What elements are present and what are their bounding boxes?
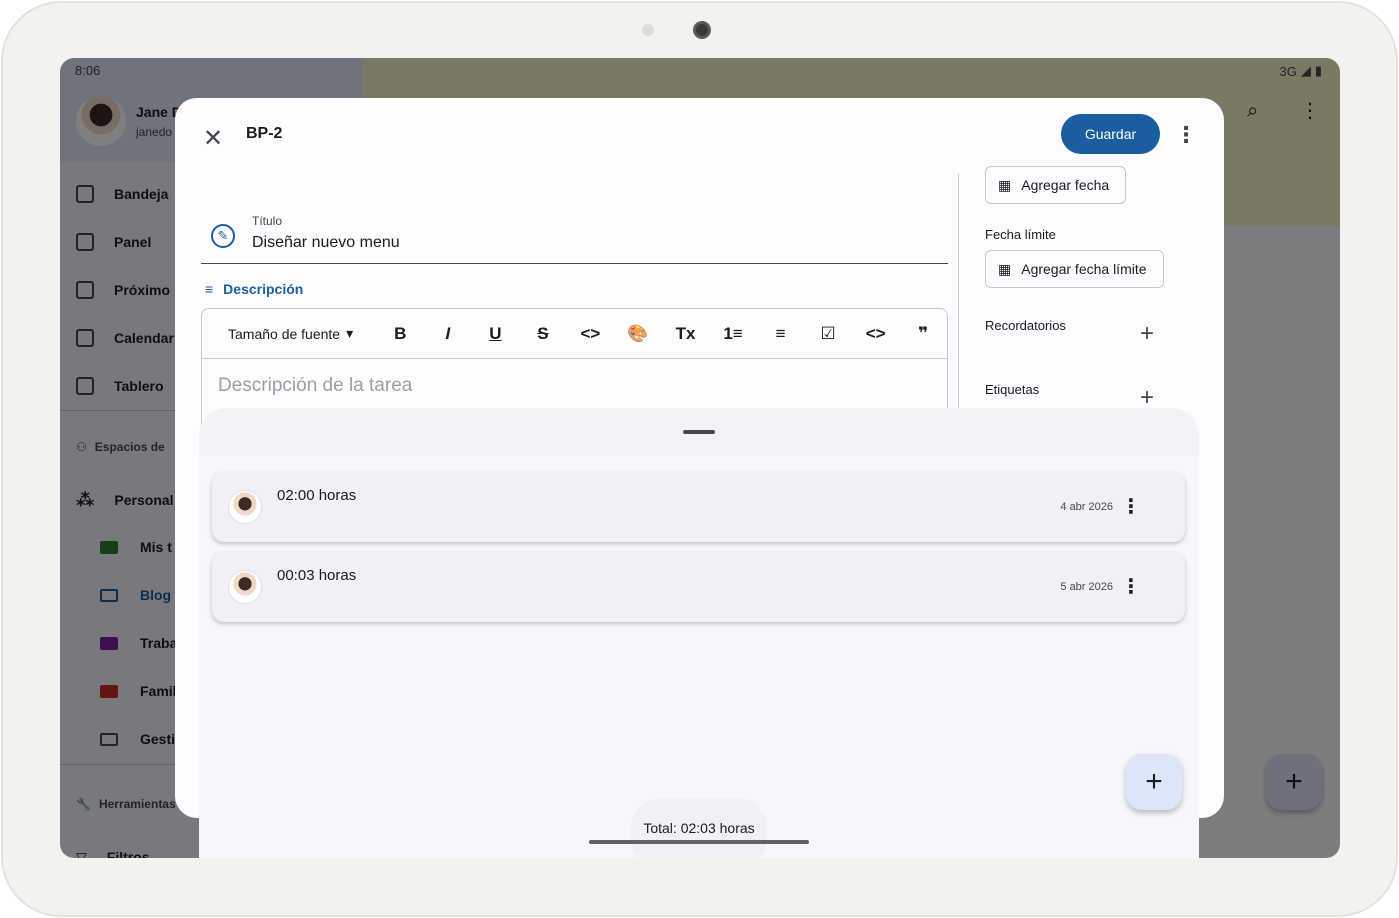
- due-date-label: Fecha límite: [985, 227, 1056, 242]
- notes-icon: ≡: [205, 281, 214, 297]
- code-block-icon[interactable]: <>: [852, 324, 900, 344]
- bulleted-list-icon[interactable]: ≡: [757, 324, 805, 344]
- more-vert-icon[interactable]: ⋮: [1121, 494, 1141, 519]
- calendar-icon: ▦: [998, 176, 1012, 193]
- dialog-title: BP-2: [246, 125, 283, 142]
- sensor-dot: [642, 24, 654, 36]
- description-label: ≡ Descripción: [205, 281, 303, 297]
- font-size-dropdown[interactable]: Tamaño de fuente ▾: [228, 325, 377, 342]
- underline-icon[interactable]: U: [472, 324, 520, 344]
- bold-icon[interactable]: B: [377, 324, 425, 344]
- entry-date: 5 abr 2026: [1060, 581, 1113, 593]
- screen: 8:06 Jane D janedo Bandeja Panel Próximo…: [60, 58, 1340, 858]
- entry-date: 4 abr 2026: [1060, 501, 1113, 513]
- gesture-nav-bar[interactable]: [589, 840, 809, 844]
- entry-avatar: [228, 570, 262, 604]
- font-size-label: Tamaño de fuente: [228, 325, 341, 342]
- editor-toolbar: Tamaño de fuente ▾ B I U S <> 🎨 Tx 1≡ ≡ ☑…: [202, 309, 947, 359]
- time-entry-card[interactable]: 00:03 horas 5 abr 2026 ⋮: [212, 552, 1185, 622]
- description-label-text: Descripción: [223, 281, 304, 297]
- front-camera: [693, 21, 711, 39]
- edit-pencil-icon: ✎: [211, 224, 235, 248]
- entry-avatar: [228, 490, 262, 524]
- entry-hours: 00:03 horas: [277, 567, 357, 584]
- close-icon[interactable]: ✕: [203, 124, 223, 153]
- quote-icon[interactable]: ❞: [899, 324, 947, 344]
- entry-hours: 02:00 horas: [277, 487, 357, 504]
- strikethrough-icon[interactable]: S: [519, 324, 567, 344]
- drag-handle[interactable]: [683, 430, 715, 434]
- save-button[interactable]: Guardar: [1061, 114, 1160, 154]
- italic-icon[interactable]: I: [424, 324, 472, 344]
- arrow-drop-down-icon: ▾: [346, 325, 354, 341]
- code-icon[interactable]: <>: [567, 324, 615, 344]
- tablet-frame: 8:06 Jane D janedo Bandeja Panel Próximo…: [1, 1, 1398, 917]
- description-placeholder[interactable]: Descripción de la tarea: [218, 375, 412, 397]
- time-entry-card[interactable]: 02:00 horas 4 abr 2026 ⋮: [212, 472, 1185, 542]
- total-hours: Total: 02:03 horas: [643, 820, 755, 836]
- add-date-button[interactable]: ▦ Agregar fecha: [985, 166, 1127, 204]
- add-date-label: Agregar fecha: [1021, 177, 1110, 193]
- checkbox-list-icon[interactable]: ☑: [804, 324, 852, 344]
- numbered-list-icon[interactable]: 1≡: [709, 324, 757, 344]
- title-field-label: Título: [252, 214, 283, 228]
- more-vert-icon[interactable]: ⋮: [1121, 574, 1141, 599]
- add-due-date-label: Agregar fecha límite: [1021, 261, 1147, 277]
- more-vert-icon[interactable]: ⋮: [1175, 122, 1197, 148]
- palette-icon[interactable]: 🎨: [614, 324, 662, 344]
- reminders-label: Recordatorios: [985, 318, 1066, 333]
- add-reminder-icon[interactable]: +: [1140, 320, 1154, 348]
- plus-icon: +: [1145, 765, 1163, 798]
- clear-format-icon[interactable]: Tx: [662, 324, 710, 344]
- tags-label: Etiquetas: [985, 382, 1040, 397]
- title-field-value[interactable]: Diseñar nuevo menu: [252, 234, 400, 252]
- add-time-entry-fab[interactable]: +: [1126, 754, 1182, 810]
- time-entries-sheet: 02:00 horas 4 abr 2026 ⋮ 00:03 horas 5 a…: [199, 408, 1199, 858]
- title-field[interactable]: ✎ Título Diseñar nuevo menu: [201, 208, 948, 264]
- add-due-date-button[interactable]: ▦ Agregar fecha límite: [985, 250, 1164, 288]
- calendar-icon: ▦: [998, 260, 1012, 277]
